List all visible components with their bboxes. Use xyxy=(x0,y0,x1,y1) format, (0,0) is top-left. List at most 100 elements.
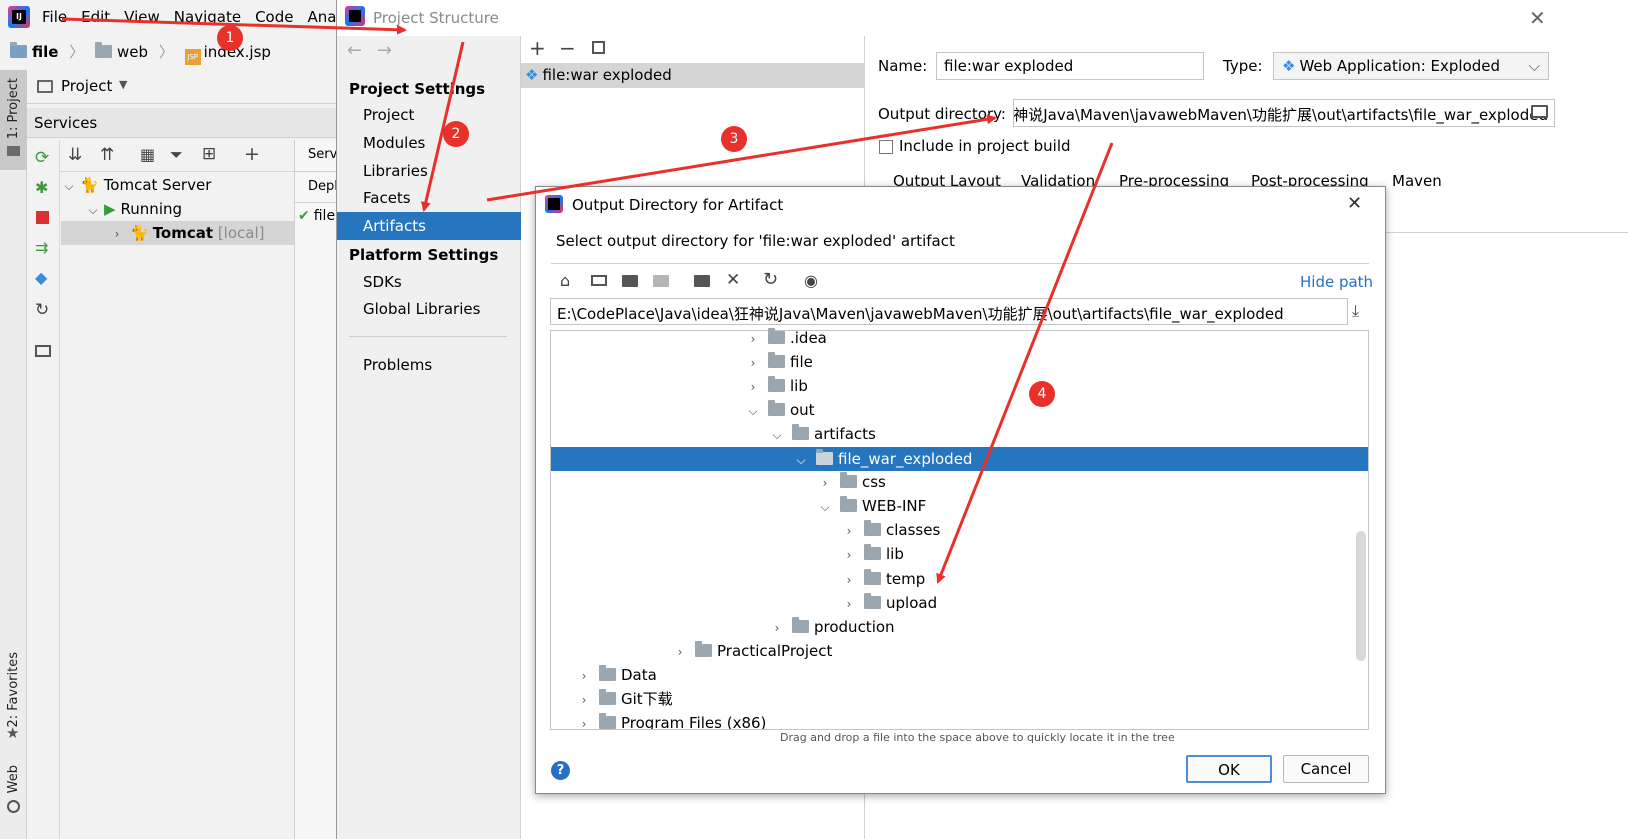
tree-item-program-files-x86[interactable]: › Program Files (x86) xyxy=(577,711,766,729)
chevron-right-icon[interactable]: › xyxy=(746,327,760,351)
nav-artifacts[interactable]: Artifacts xyxy=(363,217,426,235)
menu-edit[interactable]: Edit xyxy=(81,8,110,26)
tree-item-file-war-exploded[interactable]: ⌵ file_war_exploded xyxy=(794,447,972,471)
chevron-down-icon[interactable]: ⌵ xyxy=(62,174,76,198)
refresh-icon[interactable]: ↻ xyxy=(35,300,49,320)
filter-icon[interactable]: ⏷ xyxy=(170,145,183,165)
name-input[interactable]: file:war exploded xyxy=(936,52,1204,80)
deploy-icon[interactable]: ⇉ xyxy=(35,238,48,257)
tree-item-data[interactable]: › Data xyxy=(577,663,657,687)
deployment-entry[interactable]: ✔ file xyxy=(298,208,335,224)
back-arrow-icon[interactable]: ← xyxy=(347,40,362,61)
tree-item-production[interactable]: › production xyxy=(770,615,895,639)
tree-item-practical-project[interactable]: › PracticalProject xyxy=(673,639,832,663)
chevron-down-icon[interactable]: ▼ xyxy=(119,78,127,91)
refresh-icon[interactable]: ↻ xyxy=(763,269,778,290)
chevron-right-icon[interactable]: › xyxy=(818,471,832,495)
browse-folder-icon[interactable] xyxy=(1531,105,1548,118)
project-view-dropdown[interactable]: Project xyxy=(61,77,112,95)
nav-project[interactable]: Project xyxy=(363,106,414,124)
tree-item-git-download[interactable]: › Git下载 xyxy=(577,687,673,711)
tree-tomcat[interactable]: › 🐈 Tomcat [local] xyxy=(110,221,265,246)
chevron-right-icon[interactable]: › xyxy=(746,351,760,375)
menu-view[interactable]: View xyxy=(124,8,160,26)
tree-scrollbar[interactable] xyxy=(1356,531,1366,661)
chevron-right-icon[interactable]: › xyxy=(110,222,124,246)
new-folder-icon[interactable] xyxy=(694,275,710,287)
include-build-checkbox[interactable] xyxy=(879,140,893,154)
path-input[interactable]: E:\CodePlace\Java\idea\狂神说Java\Maven\jav… xyxy=(550,298,1348,325)
close-icon[interactable]: ✕ xyxy=(1347,193,1362,214)
chevron-down-icon[interactable]: ⌵ xyxy=(746,399,760,423)
chevron-right-icon[interactable]: › xyxy=(746,375,760,399)
tree-tomcat-server[interactable]: ⌵ 🐈 Tomcat Server xyxy=(62,173,211,197)
chevron-right-icon[interactable]: › xyxy=(842,543,856,567)
chevron-right-icon[interactable]: › xyxy=(673,640,687,664)
tree-item-file[interactable]: › file xyxy=(746,350,813,374)
nav-modules[interactable]: Modules xyxy=(363,134,425,152)
chevron-right-icon[interactable]: › xyxy=(770,616,784,640)
tree-item-artifacts[interactable]: ⌵ artifacts xyxy=(770,422,876,446)
favorites-tool-tab[interactable]: 2: Favorites xyxy=(6,652,21,728)
tree-item-out[interactable]: ⌵ out xyxy=(746,398,815,422)
chevron-right-icon[interactable]: › xyxy=(577,688,591,712)
menu-navigate[interactable]: Navigate xyxy=(174,8,241,26)
chevron-right-icon[interactable]: › xyxy=(842,568,856,592)
forward-arrow-icon[interactable]: → xyxy=(377,40,392,61)
chevron-down-icon[interactable]: ⌵ xyxy=(818,495,832,519)
add-icon[interactable]: + xyxy=(529,36,546,60)
tree-item-css[interactable]: › css xyxy=(818,470,886,494)
web-tool-tab[interactable]: Web xyxy=(6,765,21,793)
tree-item-temp[interactable]: › temp xyxy=(842,567,925,591)
breadcrumb-web[interactable]: web xyxy=(117,43,148,61)
add-icon[interactable]: + xyxy=(244,143,260,165)
services-detail-tab-server[interactable]: Serv xyxy=(294,140,337,172)
type-select[interactable]: ❖ Web Application: Exploded ⌵ xyxy=(1273,52,1549,80)
delete-icon[interactable]: ✕ xyxy=(726,270,740,290)
menu-code[interactable]: Code xyxy=(255,8,293,26)
tree-item-lib-inner[interactable]: › lib xyxy=(842,542,904,566)
services-detail-tab-deployment[interactable]: Depl xyxy=(294,173,338,203)
rerun-icon[interactable]: ⟳ xyxy=(35,148,49,168)
download-icon[interactable]: ⤓ xyxy=(1352,301,1359,321)
chevron-down-icon[interactable]: ⌵ xyxy=(86,198,100,222)
cancel-button[interactable]: Cancel xyxy=(1283,755,1369,783)
output-directory-input[interactable]: 神说Java\Maven\javawebMaven\功能扩展\out\artif… xyxy=(1013,99,1555,127)
show-hidden-icon[interactable]: ◉ xyxy=(804,271,818,290)
stop-icon[interactable] xyxy=(36,211,49,224)
tab-maven[interactable]: Maven xyxy=(1392,172,1442,190)
copy-icon[interactable] xyxy=(592,41,605,54)
tree-item-web-inf[interactable]: ⌵ WEB-INF xyxy=(818,494,926,518)
group-icon[interactable]: ▦ xyxy=(140,145,155,164)
remove-icon[interactable]: − xyxy=(559,36,576,60)
tree-item-classes[interactable]: › classes xyxy=(842,518,940,542)
module-folder-icon[interactable] xyxy=(653,275,669,287)
collapse-all-icon[interactable]: ⇈ xyxy=(100,145,114,165)
tree-item-idea[interactable]: › .idea xyxy=(746,326,827,350)
ok-button[interactable]: OK xyxy=(1186,755,1272,783)
chevron-right-icon[interactable]: › xyxy=(842,519,856,543)
nav-facets[interactable]: Facets xyxy=(363,189,411,207)
tree-running[interactable]: ⌵ ▶ Running xyxy=(86,197,182,221)
chevron-right-icon[interactable]: › xyxy=(577,712,591,729)
tree-item-lib[interactable]: › lib xyxy=(746,374,808,398)
close-icon[interactable]: ✕ xyxy=(1529,6,1546,30)
chevron-down-icon[interactable]: ⌵ xyxy=(794,448,808,472)
new-tab-icon[interactable]: ⊞ xyxy=(202,144,216,164)
breadcrumb-file[interactable]: file xyxy=(32,43,58,61)
chevron-right-icon[interactable]: › xyxy=(842,592,856,616)
expand-all-icon[interactable]: ⇊ xyxy=(68,145,82,165)
debug-icon[interactable]: ✱ xyxy=(35,178,48,197)
project-folder-icon[interactable] xyxy=(622,275,638,287)
nav-sdks[interactable]: SDKs xyxy=(363,273,402,291)
nav-problems[interactable]: Problems xyxy=(363,356,432,374)
help-icon[interactable]: ? xyxy=(551,761,570,780)
layout-icon[interactable] xyxy=(35,345,51,357)
artifact-icon[interactable]: ◆ xyxy=(35,268,47,287)
nav-libraries[interactable]: Libraries xyxy=(363,162,428,180)
chevron-right-icon[interactable]: › xyxy=(577,664,591,688)
artifact-item[interactable]: ❖ file:war exploded xyxy=(525,66,672,84)
desktop-icon[interactable] xyxy=(591,275,607,286)
home-icon[interactable]: ⌂ xyxy=(560,271,570,290)
tree-item-upload[interactable]: › upload xyxy=(842,591,937,615)
